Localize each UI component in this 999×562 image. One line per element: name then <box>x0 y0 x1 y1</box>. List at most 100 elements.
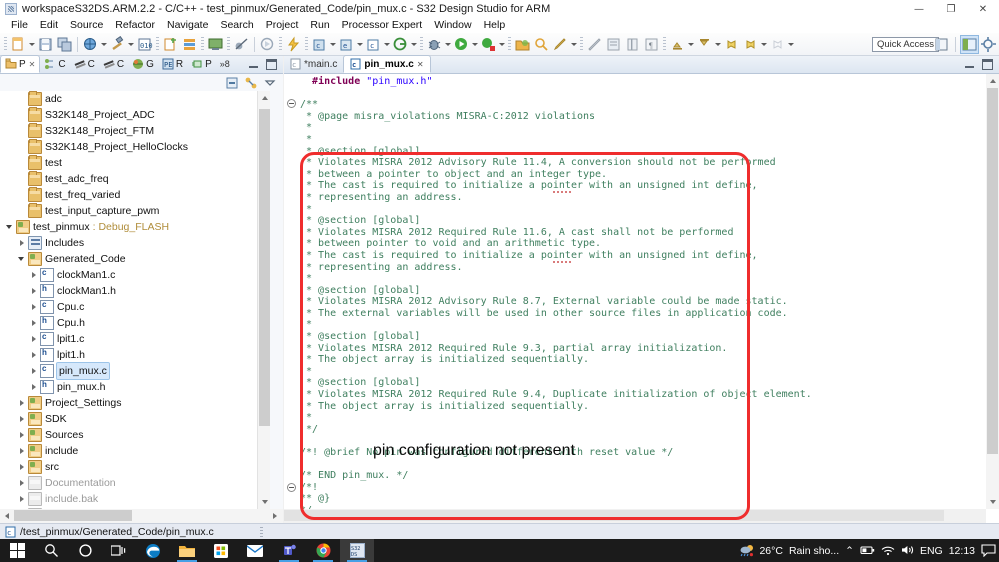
pilcrow-icon[interactable]: ¶ <box>643 36 660 53</box>
tree-item-lpit1-h[interactable]: lpit1.h <box>0 347 270 363</box>
binary-icon[interactable]: 010 <box>136 36 153 53</box>
new-project-icon[interactable] <box>162 36 179 53</box>
view-menu-icon[interactable] <box>263 76 277 90</box>
tree-item-cpu-c[interactable]: Cpu.c <box>0 299 270 315</box>
notification-icon[interactable] <box>981 543 996 558</box>
perspective-cpp-icon[interactable] <box>960 35 979 54</box>
new-file-dropdown-icon[interactable] <box>28 36 36 52</box>
layers-icon[interactable] <box>181 36 198 53</box>
scroll-down-icon[interactable] <box>986 496 999 509</box>
tree-item-test-adc-freq[interactable]: test_adc_freq <box>0 171 270 187</box>
tree-item-adc[interactable]: adc <box>0 91 270 107</box>
minimize-view-icon[interactable] <box>248 60 259 70</box>
menu-navigate[interactable]: Navigate <box>161 18 214 33</box>
minimize-editor-icon[interactable] <box>964 60 975 70</box>
build-hammer-dropdown-icon[interactable] <box>127 36 135 52</box>
toolbar-grip-5[interactable] <box>279 36 282 52</box>
run-play-icon[interactable] <box>453 36 470 53</box>
debug-bug-icon[interactable] <box>426 36 443 53</box>
s32ds-icon[interactable]: S32 DS <box>340 539 374 562</box>
tree-item-src[interactable]: src <box>0 459 270 475</box>
run-lightning-icon[interactable] <box>285 35 302 53</box>
menu-search[interactable]: Search <box>214 18 259 33</box>
save-icon[interactable] <box>37 36 54 53</box>
menu-help[interactable]: Help <box>478 18 512 33</box>
tree-item-s32k148-project-ftm[interactable]: S32K148_Project_FTM <box>0 123 270 139</box>
chrome-icon[interactable] <box>306 539 340 562</box>
forward-dropdown-icon[interactable] <box>760 36 768 52</box>
editor-scroll-thumb[interactable] <box>987 88 998 454</box>
menu-window[interactable]: Window <box>428 18 477 33</box>
editor-horizontal-scrollbar[interactable] <box>284 509 986 523</box>
chevron-right-icon[interactable] <box>16 459 28 475</box>
tree-item-include-bak[interactable]: include.bak <box>0 491 270 507</box>
profile-icon[interactable] <box>480 36 497 53</box>
chevron-down-icon[interactable] <box>4 219 16 235</box>
tree-item-generated-code[interactable]: Generated_Code <box>0 251 270 267</box>
next-annotation-icon[interactable] <box>696 36 713 53</box>
chevron-right-icon[interactable] <box>28 299 40 315</box>
microsoft-store-icon[interactable] <box>204 539 238 562</box>
mail-icon[interactable] <box>238 539 272 562</box>
tree-item-clockman1-c[interactable]: clockMan1.c <box>0 267 270 283</box>
menu-run[interactable]: Run <box>304 18 335 33</box>
wifi-icon[interactable] <box>880 544 895 558</box>
tree-item-test-input-capture-pwm[interactable]: test_input_capture_pwm <box>0 203 270 219</box>
search-icon[interactable] <box>533 36 550 53</box>
tree-item-test-pinmux[interactable]: test_pinmux: Debug_FLASH <box>0 219 270 235</box>
chevron-right-icon[interactable] <box>28 315 40 331</box>
tab-components-2[interactable]: C <box>99 55 128 73</box>
tree-item-s32k148-project-adc[interactable]: S32K148_Project_ADC <box>0 107 270 123</box>
build-all-icon[interactable] <box>82 36 99 53</box>
chevron-right-icon[interactable] <box>28 379 40 395</box>
scroll-up-icon[interactable] <box>258 91 271 104</box>
menu-project[interactable]: Project <box>260 18 305 33</box>
ruler-icon[interactable] <box>586 36 603 53</box>
next-edit-icon[interactable] <box>769 36 786 53</box>
scroll-right-icon[interactable] <box>269 509 283 523</box>
toolbar-grip-6[interactable] <box>305 36 308 52</box>
chevron-right-icon[interactable] <box>28 283 40 299</box>
collapse-all-icon[interactable] <box>225 76 239 90</box>
new-file-icon[interactable] <box>10 36 27 53</box>
tree-item-include[interactable]: include <box>0 443 270 459</box>
toolbar-grip-2[interactable] <box>156 36 159 52</box>
start-button[interactable] <box>0 539 34 562</box>
tree-item-cpu-h[interactable]: Cpu.h <box>0 315 270 331</box>
fold-marker[interactable] <box>287 483 296 492</box>
battery-icon[interactable] <box>860 544 875 558</box>
chevron-right-icon[interactable] <box>16 395 28 411</box>
open-perspective-icon[interactable] <box>933 36 950 53</box>
tab-components[interactable]: C <box>70 55 99 73</box>
tree-item-lpit1-c[interactable]: lpit1.c <box>0 331 270 347</box>
tab-more-views[interactable]: »8 <box>216 55 234 73</box>
tree-item-sdk[interactable]: SDK <box>0 411 270 427</box>
tab-registers[interactable]: PE R <box>158 55 187 73</box>
link-with-editor-icon[interactable] <box>244 76 258 90</box>
generate-code-icon[interactable] <box>392 36 409 53</box>
minimize-button[interactable]: — <box>903 0 935 18</box>
back-arrow-icon[interactable] <box>723 36 740 53</box>
next-edit-dropdown-icon[interactable] <box>787 36 795 52</box>
toolbar-grip-10[interactable] <box>663 36 666 52</box>
column-mode-icon[interactable] <box>624 36 641 53</box>
toolbar-grip-4[interactable] <box>227 36 230 52</box>
menu-refactor[interactable]: Refactor <box>109 18 161 33</box>
chevron-right-icon[interactable] <box>16 235 28 251</box>
tab-peripherals[interactable]: P <box>187 55 216 73</box>
forward-arrow-icon[interactable] <box>742 36 759 53</box>
tab-globals[interactable]: G <box>128 55 158 73</box>
open-type-icon[interactable]: e <box>338 36 355 53</box>
pen-dropdown-icon[interactable] <box>570 36 578 52</box>
project-tree[interactable]: adc S32K148_Project_ADC S32K148_Project_FT… <box>0 91 270 509</box>
console-icon[interactable] <box>207 36 224 53</box>
maximize-editor-icon[interactable] <box>982 59 993 70</box>
perspective-processor-expert-icon[interactable] <box>980 36 997 53</box>
run-dropdown-icon[interactable] <box>471 36 479 52</box>
tree-item-pin-mux-h[interactable]: pin_mux.h <box>0 379 270 395</box>
tree-item-pin-mux-c[interactable]: pin_mux.c <box>0 362 270 380</box>
menu-processor-expert[interactable]: Processor Expert <box>336 18 429 33</box>
menu-file[interactable]: File <box>5 18 34 33</box>
teams-icon[interactable] <box>272 539 306 562</box>
chevron-right-icon[interactable] <box>28 331 40 347</box>
